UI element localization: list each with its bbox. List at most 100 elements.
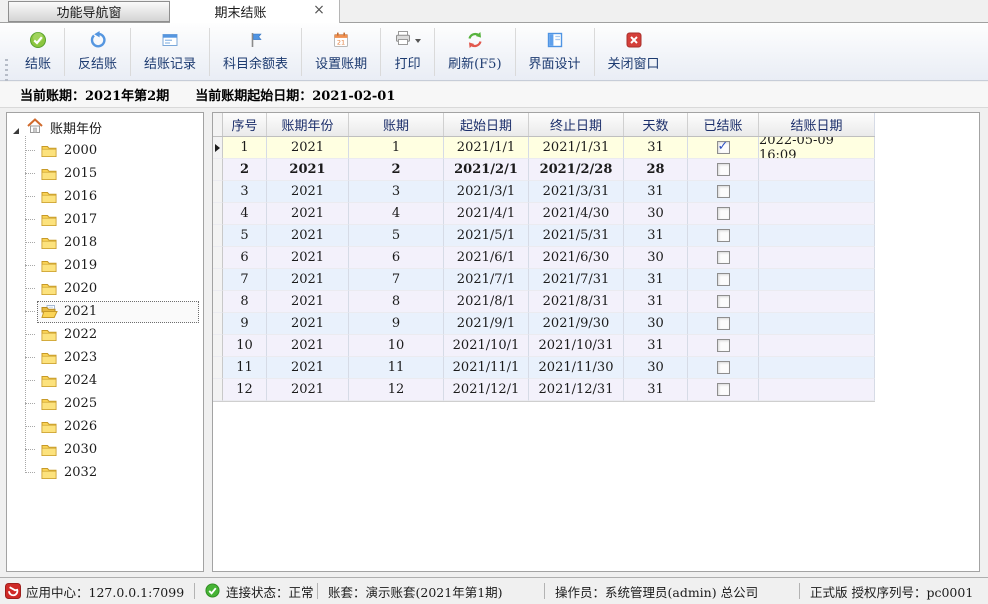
ui-design-button[interactable]: 界面设计 xyxy=(516,27,594,77)
print-button[interactable]: 打印 xyxy=(381,27,434,77)
closed-checkbox[interactable] xyxy=(717,141,730,154)
closed-checkbox[interactable] xyxy=(717,383,730,396)
closed-checkbox[interactable] xyxy=(717,163,730,176)
table-row[interactable]: 12 2021 12 2021/12/1 2021/12/31 31 xyxy=(213,379,875,401)
tree-item-year[interactable]: 2021 xyxy=(37,300,203,323)
status-connection: 连接状态：正常 xyxy=(195,583,318,599)
tree-item-year[interactable]: 2025 xyxy=(37,392,203,415)
cell-year: 2021 xyxy=(267,357,349,379)
account-balance-button[interactable]: 科目余额表 xyxy=(210,27,301,77)
closed-checkbox[interactable] xyxy=(717,207,730,220)
close-window-button[interactable]: 关闭窗口 xyxy=(595,27,673,77)
table-row[interactable]: 2 2021 2 2021/2/1 2021/2/28 28 xyxy=(213,159,875,181)
status-operator-text: 操作员：系统管理员(admin) 总公司 xyxy=(555,582,758,601)
toolbar-button-label: 打印 xyxy=(395,53,421,72)
cell-period: 1 xyxy=(349,137,444,159)
tree-item-year[interactable]: 2026 xyxy=(37,415,203,438)
cell-closed xyxy=(688,335,759,357)
cell-days: 30 xyxy=(624,247,688,269)
table-row[interactable]: 11 2021 11 2021/11/1 2021/11/30 30 xyxy=(213,357,875,379)
table-row[interactable]: 10 2021 10 2021/10/1 2021/10/31 31 xyxy=(213,335,875,357)
closed-checkbox[interactable] xyxy=(717,317,730,330)
cell-days: 28 xyxy=(624,159,688,181)
column-header-end-date[interactable]: 终止日期 xyxy=(529,113,624,136)
check-circle-icon xyxy=(29,31,47,49)
folder-icon xyxy=(40,326,58,344)
column-header-seq[interactable]: 序号 xyxy=(223,113,267,136)
tree-root-period-years[interactable]: 账期年份 xyxy=(7,116,203,139)
toolbar-button-label: 结账记录 xyxy=(144,53,196,72)
panel-splitter[interactable] xyxy=(205,112,211,572)
tree-item-year[interactable]: 2024 xyxy=(37,369,203,392)
tree-item-year[interactable]: 2015 xyxy=(37,162,203,185)
cell-period: 12 xyxy=(349,379,444,401)
table-row[interactable]: 8 2021 8 2021/8/1 2021/8/31 31 xyxy=(213,291,875,313)
status-connection-text: 连接状态：正常 xyxy=(226,582,314,601)
refresh-button[interactable]: 刷新(F5) xyxy=(435,27,514,77)
tree-item-label: 2017 xyxy=(64,212,97,227)
row-indicator-cell xyxy=(213,335,223,357)
column-header-year[interactable]: 账期年份 xyxy=(267,113,349,136)
table-row[interactable]: 9 2021 9 2021/9/1 2021/9/30 30 xyxy=(213,313,875,335)
tree-item-year[interactable]: 2017 xyxy=(37,208,203,231)
row-indicator-cell xyxy=(213,159,223,181)
tree-item-year[interactable]: 2019 xyxy=(37,254,203,277)
closed-checkbox[interactable] xyxy=(717,295,730,308)
cell-period: 10 xyxy=(349,335,444,357)
tree-item-year[interactable]: 2018 xyxy=(37,231,203,254)
tree-item-year[interactable]: 2023 xyxy=(37,346,203,369)
cell-period: 2 xyxy=(349,159,444,181)
cell-days: 31 xyxy=(624,269,688,291)
folder-icon xyxy=(40,280,58,298)
column-header-period[interactable]: 账期 xyxy=(349,113,444,136)
cell-days: 31 xyxy=(624,181,688,203)
row-indicator-cell xyxy=(213,247,223,269)
column-header-close-date[interactable]: 结账日期 xyxy=(759,113,875,136)
table-row[interactable]: 5 2021 5 2021/5/1 2021/5/31 31 xyxy=(213,225,875,247)
table-row[interactable]: 1 2021 1 2021/1/1 2021/1/31 31 2022-05-0… xyxy=(213,137,875,159)
tree-item-year[interactable]: 2030 xyxy=(37,438,203,461)
tree-item-year[interactable]: 2032 xyxy=(37,461,203,484)
period-start-date-text: 当前账期起始日期：2021-02-01 xyxy=(195,85,395,104)
tree-expander-icon[interactable] xyxy=(12,124,20,132)
table-row[interactable]: 3 2021 3 2021/3/1 2021/3/31 31 xyxy=(213,181,875,203)
set-period-button[interactable]: 21 设置账期 xyxy=(302,27,380,77)
column-header-closed[interactable]: 已结账 xyxy=(688,113,759,136)
toolbar: 结账 反结账 结账记录 科目余额表 21 设置账期 xyxy=(0,23,988,81)
cell-end-date: 2021/11/30 xyxy=(529,357,624,379)
tab-function-nav[interactable]: 功能导航窗 xyxy=(8,1,170,22)
cell-days: 30 xyxy=(624,313,688,335)
closed-checkbox[interactable] xyxy=(717,339,730,352)
tree-item-year[interactable]: 2020 xyxy=(37,277,203,300)
status-bar: 应用中心：127.0.0.1:7099 连接状态：正常 账套：演示账套(2021… xyxy=(0,577,988,604)
cell-seq: 12 xyxy=(223,379,267,401)
cell-end-date: 2021/3/31 xyxy=(529,181,624,203)
tab-period-end-closing[interactable]: 期末结账 × xyxy=(170,0,340,23)
cell-start-date: 2021/8/1 xyxy=(444,291,529,313)
close-records-button[interactable]: 结账记录 xyxy=(131,27,209,77)
table-row[interactable]: 6 2021 6 2021/6/1 2021/6/30 30 xyxy=(213,247,875,269)
column-header-days[interactable]: 天数 xyxy=(624,113,688,136)
cell-seq: 1 xyxy=(223,137,267,159)
close-tab-icon[interactable]: × xyxy=(311,3,327,19)
reverse-close-button[interactable]: 反结账 xyxy=(65,27,130,77)
period-year-tree-panel: 账期年份 2000 2015 xyxy=(6,112,204,572)
tree-item-year[interactable]: 2016 xyxy=(37,185,203,208)
closed-checkbox[interactable] xyxy=(717,185,730,198)
closed-checkbox[interactable] xyxy=(717,361,730,374)
table-row[interactable]: 4 2021 4 2021/4/1 2021/4/30 30 xyxy=(213,203,875,225)
tree-item-year[interactable]: 2022 xyxy=(37,323,203,346)
tree-item-label: 2020 xyxy=(64,281,97,296)
tree-item-year[interactable]: 2000 xyxy=(37,139,203,162)
closed-checkbox[interactable] xyxy=(717,273,730,286)
closed-checkbox[interactable] xyxy=(717,251,730,264)
table-row[interactable]: 7 2021 7 2021/7/1 2021/7/31 31 xyxy=(213,269,875,291)
print-dropdown-arrow[interactable] xyxy=(415,39,421,43)
closed-checkbox[interactable] xyxy=(717,229,730,242)
close-period-button[interactable]: 结账 xyxy=(12,27,64,77)
status-app-center-text: 应用中心：127.0.0.1:7099 xyxy=(26,582,184,601)
cell-seq: 4 xyxy=(223,203,267,225)
cell-closed xyxy=(688,379,759,401)
cell-period: 3 xyxy=(349,181,444,203)
column-header-start-date[interactable]: 起始日期 xyxy=(444,113,529,136)
